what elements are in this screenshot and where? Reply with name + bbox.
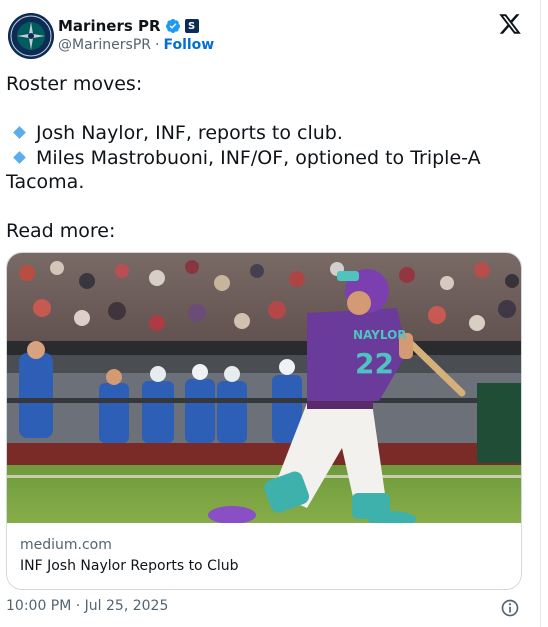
jersey-name: NAYLOR	[353, 328, 407, 342]
author-avatar[interactable]	[8, 13, 54, 59]
small-blue-diamond-icon	[13, 150, 26, 164]
post-line-intro: Roster moves:	[6, 73, 143, 95]
post-line-read-more: Read more:	[6, 220, 116, 242]
link-domain: medium.com	[20, 537, 112, 553]
x-logo-icon[interactable]	[498, 12, 522, 36]
post-bullet-2-continued: Tacoma.	[6, 171, 85, 193]
link-meta: medium.com INF Josh Naylor Reports to Cl…	[20, 537, 239, 574]
author-display-name[interactable]: Mariners PR	[58, 17, 161, 35]
bullet-2-text: Miles Mastrobuoni, INF/OF, optioned to T…	[36, 146, 481, 169]
tweet-card: Mariners PR S @MarinersPR · Follow Roste…	[0, 0, 540, 627]
post-bullet-1: Josh Naylor, INF, reports to club.	[6, 121, 526, 146]
follow-button[interactable]: Follow	[163, 37, 214, 53]
jersey-number: 22	[355, 347, 394, 380]
separator-dot: ·	[155, 37, 160, 53]
team-affiliation-badge: S	[184, 19, 199, 33]
right-border	[540, 0, 541, 627]
post-text: Roster moves: Josh Naylor, INF, reports …	[6, 72, 526, 244]
author-handle[interactable]: @MarinersPR	[58, 37, 151, 53]
small-blue-diamond-icon	[13, 126, 26, 139]
link-title[interactable]: INF Josh Naylor Reports to Club	[20, 558, 239, 574]
post-timestamp[interactable]: 10:00 PM · Jul 25, 2025	[6, 598, 168, 614]
baseball-player-photo[interactable]: NAYLOR 22	[7, 253, 522, 523]
author-handle-row: @MarinersPR · Follow	[58, 37, 214, 53]
link-preview-card[interactable]: NAYLOR 22 medium.com INF Josh Naylor Rep…	[6, 252, 522, 590]
bullet-1-text: Josh Naylor, INF, reports to club.	[36, 122, 343, 144]
info-icon[interactable]	[500, 598, 520, 618]
author-name-row: Mariners PR S	[58, 16, 199, 36]
mariners-logo-icon	[8, 13, 54, 59]
post-bullet-2: Miles Mastrobuoni, INF/OF, optioned to T…	[6, 146, 526, 171]
verified-badge-icon	[165, 19, 180, 33]
